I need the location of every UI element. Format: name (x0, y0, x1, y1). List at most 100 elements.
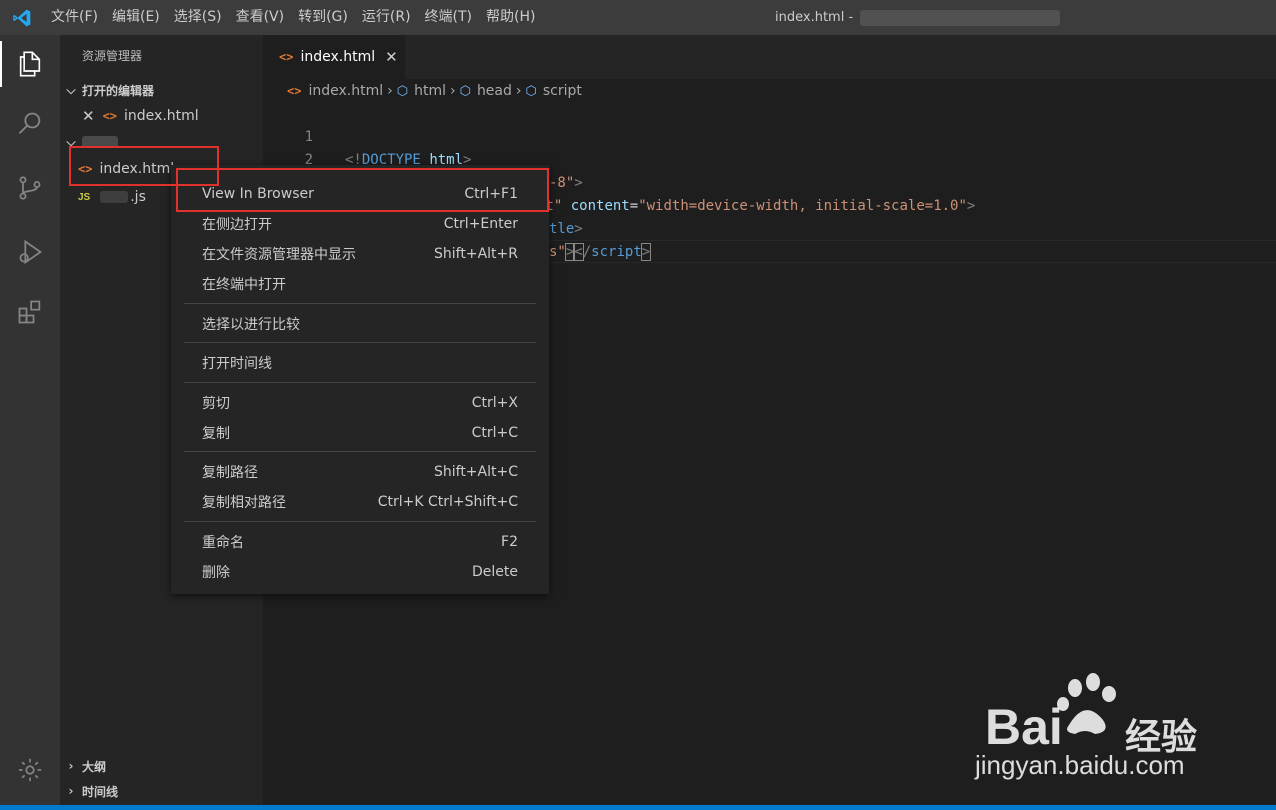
chevron-right-icon: › (68, 759, 74, 773)
window-title: index.html - (775, 10, 854, 25)
html-file-icon: <> (102, 109, 118, 123)
menu-view[interactable]: 查看(V) (229, 0, 292, 35)
menu-item-shortcut: Ctrl+C (471, 425, 518, 441)
menu-item-label: 删除 (202, 565, 230, 581)
menu-item-copy[interactable]: 复制 Ctrl+C (171, 418, 549, 448)
breadcrumb-item[interactable]: html (414, 83, 446, 99)
baidu-watermark: Bai 经验 jingyan.baidu.com (975, 670, 1215, 785)
menu-item-open-to-side[interactable]: 在侧边打开 Ctrl+Enter (171, 209, 549, 239)
files-icon[interactable] (0, 37, 60, 91)
extensions-icon[interactable] (0, 285, 60, 339)
menu-item-open-in-terminal[interactable]: 在终端中打开 (171, 269, 549, 299)
close-icon[interactable]: ✕ (385, 48, 398, 66)
menu-item-label: 选择以进行比较 (202, 317, 300, 333)
menu-item-label: 剪切 (202, 396, 230, 412)
menu-item-copy-relative-path[interactable]: 复制相对路径 Ctrl+K Ctrl+Shift+C (171, 487, 549, 517)
menu-item-label: 复制相对路径 (202, 495, 286, 511)
vscode-logo-icon (0, 0, 44, 35)
code-line: 1 <!DOCTYPE html> (263, 103, 1276, 168)
watermark-url: jingyan.baidu.com (975, 750, 1185, 780)
watermark-brand: Bai (985, 699, 1063, 755)
activity-bar (0, 35, 60, 810)
menu-item-label: 在终端中打开 (202, 277, 286, 293)
open-editor-item[interactable]: ✕ <> index.html (60, 104, 263, 128)
menu-terminal[interactable]: 终端(T) (418, 0, 479, 35)
menu-item-shortcut: Ctrl+X (471, 395, 518, 411)
menu-bar: 文件(F) 编辑(E) 选择(S) 查看(V) 转到(G) 运行(R) 终端(T… (44, 0, 542, 35)
symbol-element-icon: ⬡ (459, 83, 471, 99)
open-editors-header[interactable]: ⌵ 打开的编辑器 (60, 79, 263, 101)
chevron-right-icon: › (515, 83, 522, 99)
menu-item-open-timeline[interactable]: 打开时间线 (171, 348, 549, 378)
sidebar-title: 资源管理器 (82, 49, 143, 63)
breadcrumb-item[interactable]: index.html (308, 83, 383, 99)
html-file-icon: <> (279, 50, 294, 64)
timeline-label: 时间线 (82, 784, 119, 799)
highlight-box-menu-item (176, 168, 549, 212)
chevron-right-icon: › (68, 784, 74, 798)
menu-help[interactable]: 帮助(H) (479, 0, 542, 35)
code-fragment: tle> (549, 221, 583, 237)
menu-go[interactable]: 转到(G) (291, 0, 355, 35)
menu-item-shortcut: Ctrl+K Ctrl+Shift+C (377, 494, 518, 510)
menu-item-shortcut: F2 (501, 534, 518, 550)
menu-item-label: 在侧边打开 (202, 217, 272, 233)
open-editors-label: 打开的编辑器 (82, 83, 155, 98)
html-file-icon: <> (287, 84, 302, 98)
menu-selection[interactable]: 选择(S) (167, 0, 229, 35)
menu-item-label: 重命名 (202, 535, 244, 551)
menu-run[interactable]: 运行(R) (355, 0, 418, 35)
menu-item-label: 在文件资源管理器中显示 (202, 247, 356, 263)
menu-edit[interactable]: 编辑(E) (105, 0, 167, 35)
tab-label: index.html (300, 49, 376, 65)
title-bar: 文件(F) 编辑(E) 选择(S) 查看(V) 转到(G) 运行(R) 终端(T… (0, 0, 1276, 35)
menu-item-label: 复制路径 (202, 465, 258, 481)
breadcrumb-item[interactable]: head (477, 83, 512, 99)
outline-header[interactable]: › 大纲 (60, 755, 263, 777)
menu-item-cut[interactable]: 剪切 Ctrl+X (171, 388, 549, 418)
breadcrumb: <> index.html › ⬡ html › ⬡ head › ⬡ scri… (263, 79, 1276, 103)
code-fragment: s"></script> (549, 243, 652, 261)
run-debug-icon[interactable] (0, 225, 60, 279)
tab-index-html[interactable]: <> index.html ✕ (263, 35, 405, 79)
settings-gear-icon[interactable] (0, 743, 60, 797)
menu-item-shortcut: Shift+Alt+C (433, 464, 518, 480)
chevron-right-icon: › (449, 83, 456, 99)
context-menu: View In Browser Ctrl+F1 在侧边打开 Ctrl+Enter… (171, 165, 549, 594)
open-editor-filename: index.html (124, 108, 199, 124)
js-file-icon: JS (78, 191, 91, 203)
blurred-file-name (100, 191, 129, 203)
outline-label: 大纲 (82, 759, 107, 774)
paw-logo-icon (1057, 673, 1116, 734)
menu-item-shortcut: Delete (472, 564, 518, 580)
menu-separator (184, 382, 536, 383)
menu-separator (184, 342, 536, 343)
menu-item-delete[interactable]: 删除 Delete (171, 557, 549, 587)
status-bar (0, 805, 1276, 810)
breadcrumb-item[interactable]: script (543, 83, 582, 99)
blurred-region (860, 10, 1060, 26)
source-control-icon[interactable] (0, 161, 60, 215)
menu-item-label: 复制 (202, 426, 230, 442)
menu-separator (184, 303, 536, 304)
menu-item-shortcut: Ctrl+Enter (443, 216, 518, 232)
menu-item-rename[interactable]: 重命名 F2 (171, 527, 549, 557)
chevron-down-icon: ⌵ (66, 82, 76, 97)
menu-item-reveal-in-explorer[interactable]: 在文件资源管理器中显示 Shift+Alt+R (171, 239, 549, 269)
menu-item-select-for-compare[interactable]: 选择以进行比较 (171, 309, 549, 339)
timeline-header[interactable]: › 时间线 (60, 780, 263, 802)
code-fragment: -8"> (549, 175, 583, 191)
editor-tab-bar: <> index.html ✕ (263, 35, 1276, 79)
close-icon[interactable]: ✕ (82, 107, 95, 125)
menu-separator (184, 521, 536, 522)
menu-item-copy-path[interactable]: 复制路径 Shift+Alt+C (171, 457, 549, 487)
menu-separator (184, 451, 536, 452)
chevron-right-icon: › (387, 83, 393, 99)
menu-item-shortcut: Shift+Alt+R (434, 246, 518, 262)
menu-file[interactable]: 文件(F) (44, 0, 105, 35)
code-line: 2 <html lang="en"> (263, 126, 1276, 191)
symbol-element-icon: ⬡ (525, 83, 537, 99)
file-name: .js (130, 189, 146, 205)
search-icon[interactable] (0, 97, 60, 151)
symbol-element-icon: ⬡ (396, 83, 409, 99)
